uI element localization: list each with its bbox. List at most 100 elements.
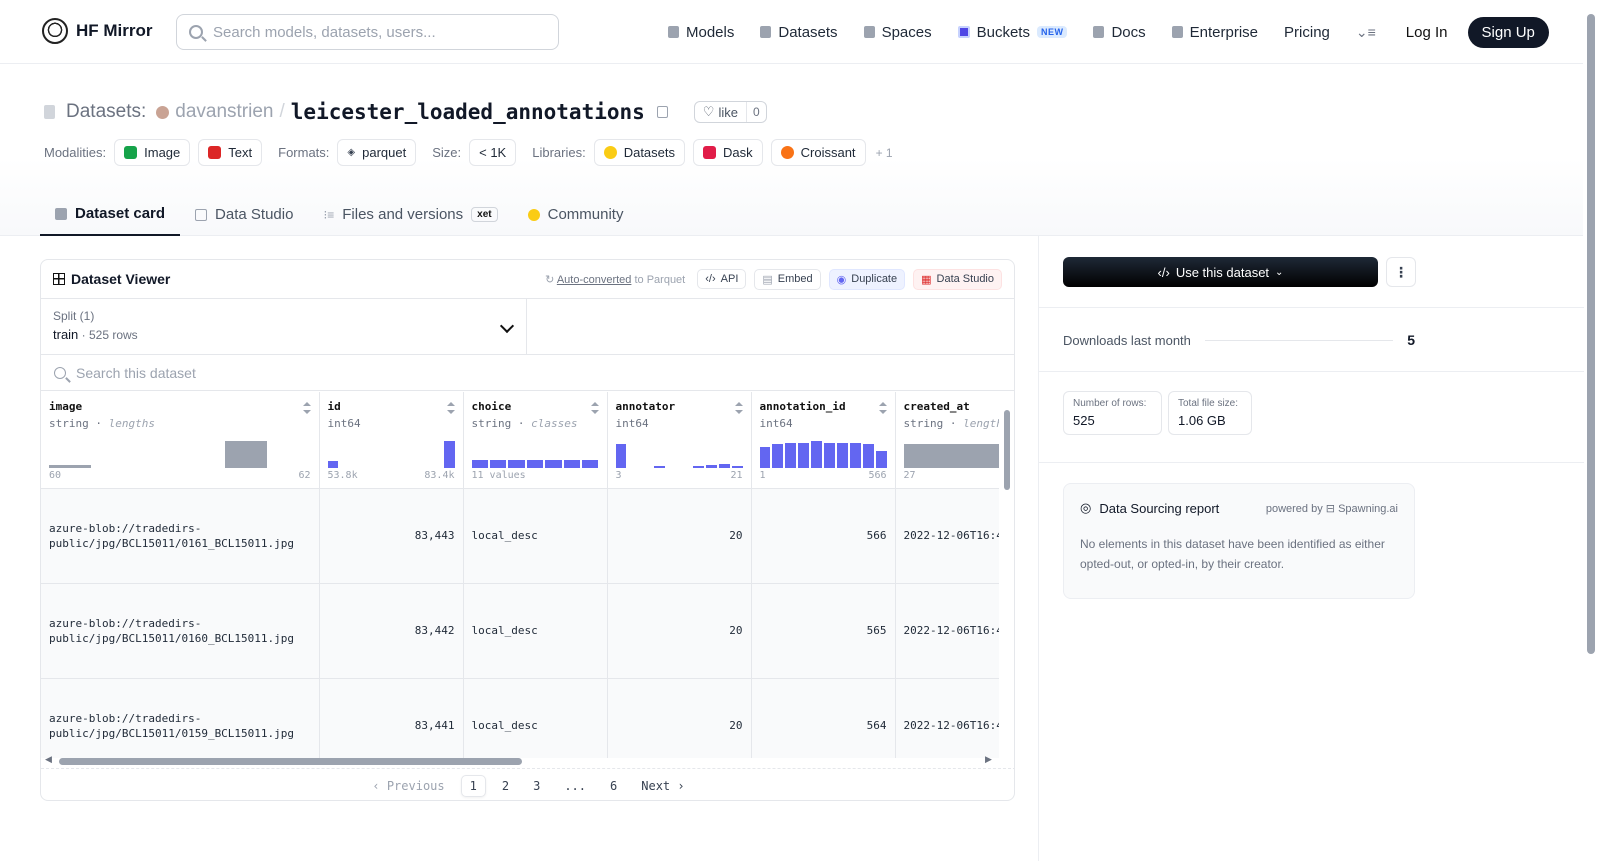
size-chip[interactable]: < 1K bbox=[469, 139, 517, 166]
cell-created-at[interactable]: 2022-12-06T16:46:41.42 bbox=[895, 583, 999, 679]
library-dask[interactable]: Dask bbox=[693, 139, 763, 166]
histogram-bar[interactable] bbox=[836, 442, 848, 468]
cell-image[interactable]: azure-blob://tradedirs-public/jpg/BCL150… bbox=[41, 488, 320, 584]
autoconverted-link[interactable]: Auto-converted bbox=[557, 274, 632, 286]
page-6[interactable]: 6 bbox=[602, 776, 625, 796]
vertical-scrollbar[interactable] bbox=[1004, 396, 1010, 741]
scroll-left-icon[interactable]: ◀ bbox=[45, 754, 52, 765]
histogram-bar[interactable] bbox=[582, 459, 599, 468]
cell-annotation-id[interactable]: 564 bbox=[751, 678, 896, 758]
scroll-right-icon[interactable]: ▶ bbox=[985, 754, 992, 765]
histogram-bar[interactable] bbox=[508, 459, 525, 468]
histogram-bar[interactable] bbox=[471, 459, 488, 468]
histogram-bar[interactable] bbox=[224, 441, 267, 468]
sort-icon[interactable] bbox=[590, 402, 599, 414]
tab-files[interactable]: ⁝≡ Files and versions xet bbox=[308, 193, 512, 236]
like-button[interactable]: ♡ like 0 bbox=[693, 101, 767, 123]
global-search-input[interactable]: Search models, datasets, users... bbox=[176, 14, 559, 50]
previous-page[interactable]: ‹ Previous bbox=[364, 776, 452, 796]
cell-id[interactable]: 83,442 bbox=[319, 583, 464, 679]
nav-spaces[interactable]: Spaces bbox=[863, 24, 932, 41]
tab-data-studio[interactable]: Data Studio bbox=[180, 193, 308, 236]
histogram-bar[interactable] bbox=[615, 444, 627, 468]
cell-image[interactable]: azure-blob://tradedirs-public/jpg/BCL150… bbox=[41, 583, 320, 679]
format-parquet[interactable]: ◈ parquet bbox=[337, 139, 417, 166]
library-croissant[interactable]: Croissant bbox=[770, 139, 866, 166]
cell-choice[interactable]: local_desc bbox=[463, 678, 608, 758]
histogram-bar[interactable] bbox=[731, 465, 743, 468]
login-link[interactable]: Log In bbox=[1406, 24, 1448, 41]
cell-choice[interactable]: local_desc bbox=[463, 488, 608, 584]
cell-id[interactable]: 83,443 bbox=[319, 488, 464, 584]
spawning-link[interactable]: Spawning.ai bbox=[1338, 503, 1398, 515]
cell-annotation-id[interactable]: 566 bbox=[751, 488, 896, 584]
column-histogram[interactable] bbox=[471, 440, 599, 468]
column-histogram[interactable] bbox=[49, 440, 311, 468]
column-header-created-at[interactable]: created_atstring · lengths 27 bbox=[895, 392, 999, 489]
section-label[interactable]: Datasets: bbox=[66, 101, 146, 123]
histogram-bar[interactable] bbox=[798, 442, 810, 468]
more-menu-icon[interactable]: ⌄≡ bbox=[1356, 24, 1376, 41]
owner-link[interactable]: davanstrien bbox=[175, 101, 273, 123]
more-options-button[interactable]: ⋮ bbox=[1386, 257, 1416, 287]
cell-annotation-id[interactable]: 565 bbox=[751, 583, 896, 679]
histogram-bar[interactable] bbox=[718, 463, 730, 468]
cell-annotator[interactable]: 20 bbox=[607, 488, 752, 584]
histogram-bar[interactable] bbox=[489, 459, 507, 468]
vertical-scroll-thumb[interactable] bbox=[1004, 410, 1010, 490]
horizontal-scrollbar[interactable]: ◀ ▶ bbox=[41, 754, 999, 768]
histogram-bar[interactable] bbox=[545, 459, 562, 468]
histogram-bar[interactable] bbox=[772, 444, 784, 468]
data-studio-button[interactable]: ▦ Data Studio bbox=[913, 268, 1002, 290]
cell-annotator[interactable]: 20 bbox=[607, 583, 752, 679]
histogram-bar[interactable] bbox=[875, 451, 887, 468]
table-row[interactable]: azure-blob://tradedirs-public/jpg/BCL150… bbox=[41, 678, 999, 758]
nav-models[interactable]: Models bbox=[668, 24, 734, 41]
nav-enterprise[interactable]: Enterprise bbox=[1171, 24, 1258, 41]
histogram-bar[interactable] bbox=[526, 459, 544, 468]
histogram-bar[interactable] bbox=[824, 442, 835, 468]
histogram-bar[interactable] bbox=[327, 461, 339, 468]
histogram-bar[interactable] bbox=[811, 441, 823, 468]
histogram-bar[interactable] bbox=[705, 465, 717, 468]
repo-name[interactable]: leicester_loaded_annotations bbox=[291, 100, 645, 124]
library-datasets[interactable]: Datasets bbox=[593, 139, 686, 166]
column-histogram[interactable] bbox=[903, 440, 999, 468]
horizontal-scroll-thumb[interactable] bbox=[59, 758, 522, 765]
cell-annotator[interactable]: 20 bbox=[607, 678, 752, 758]
histogram-bar[interactable] bbox=[692, 465, 704, 468]
duplicate-button[interactable]: ◉ Duplicate bbox=[828, 268, 906, 290]
tab-dataset-card[interactable]: Dataset card bbox=[40, 193, 181, 236]
sort-icon[interactable] bbox=[302, 402, 311, 414]
cell-choice[interactable]: local_desc bbox=[463, 583, 608, 679]
column-header-choice[interactable]: choice string · classes 11 values bbox=[463, 392, 608, 489]
nav-datasets[interactable]: Datasets bbox=[760, 24, 838, 41]
histogram-bar[interactable] bbox=[759, 447, 771, 468]
column-header-annotator[interactable]: annotator int64 3 21 bbox=[607, 392, 752, 489]
modality-text[interactable]: Text bbox=[198, 139, 263, 166]
cell-id[interactable]: 83,441 bbox=[319, 678, 464, 758]
histogram-bar[interactable] bbox=[654, 465, 666, 468]
modality-image[interactable]: Image bbox=[114, 139, 191, 166]
signup-button[interactable]: Sign Up bbox=[1467, 16, 1549, 48]
histogram-bar[interactable] bbox=[785, 442, 797, 468]
brand-logo[interactable]: HF Mirror bbox=[42, 18, 153, 44]
histogram-bar[interactable] bbox=[563, 459, 581, 468]
cell-image[interactable]: azure-blob://tradedirs-public/jpg/BCL150… bbox=[41, 678, 320, 758]
table-row[interactable]: azure-blob://tradedirs-public/jpg/BCL150… bbox=[41, 488, 999, 584]
column-histogram[interactable] bbox=[759, 440, 887, 468]
more-libraries[interactable]: + 1 bbox=[876, 146, 893, 160]
nav-docs[interactable]: Docs bbox=[1093, 24, 1146, 41]
column-histogram[interactable] bbox=[615, 440, 743, 468]
nav-pricing[interactable]: Pricing bbox=[1284, 24, 1330, 41]
page-scrollbar[interactable] bbox=[1587, 14, 1595, 654]
sort-icon[interactable] bbox=[734, 402, 743, 414]
cell-created-at[interactable]: 2022-12-06T16:46:49.40 bbox=[895, 488, 999, 584]
column-histogram[interactable] bbox=[327, 440, 455, 468]
tab-community[interactable]: Community bbox=[513, 193, 639, 236]
nav-buckets[interactable]: Buckets NEW bbox=[957, 24, 1068, 41]
api-button[interactable]: ‹/› API bbox=[697, 269, 747, 289]
histogram-bar[interactable] bbox=[849, 442, 861, 468]
histogram-bar[interactable] bbox=[49, 465, 91, 468]
dataset-search-input[interactable]: Search this dataset bbox=[41, 355, 1014, 391]
